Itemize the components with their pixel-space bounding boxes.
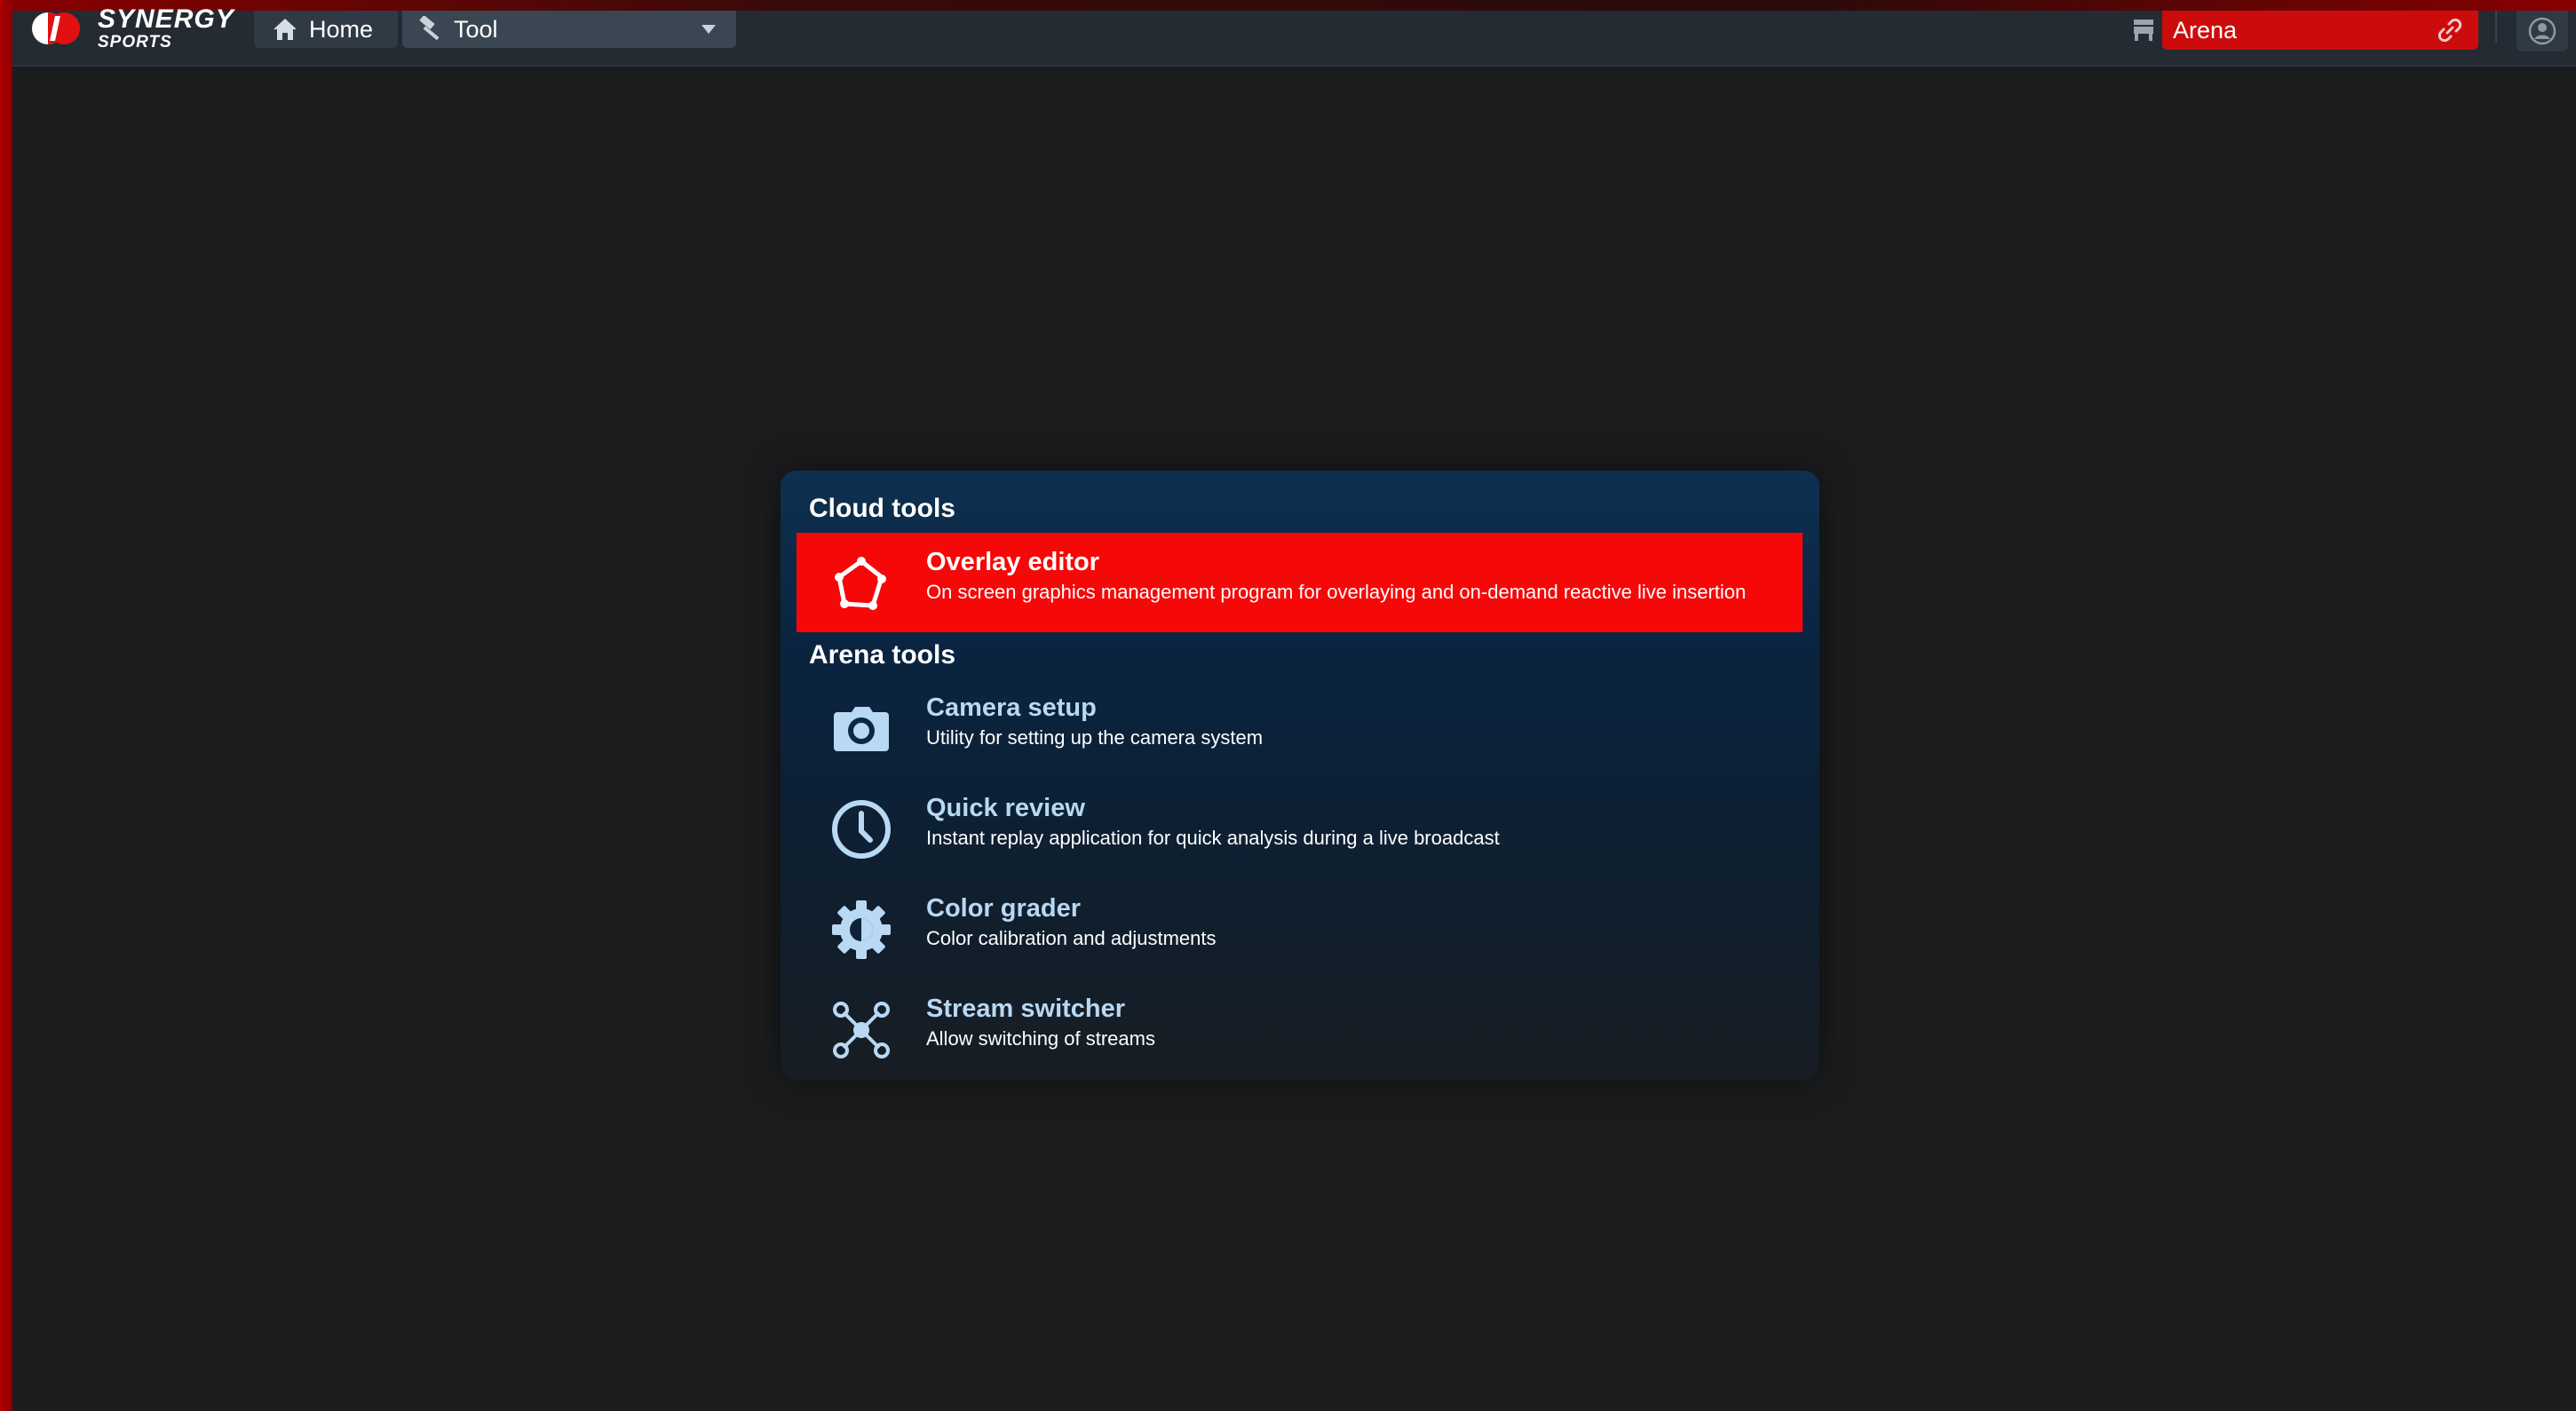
logo-line1: SYNERGY [98,4,234,34]
app-window: SYNERGY SPORTS Home Tool Arena Cloud too… [0,0,2576,1411]
menu-item-description: On screen graphics management program fo… [926,581,1747,603]
section-title-arena-tools: Arena tools [809,640,956,670]
menu-item-title: Quick review [926,794,1085,822]
menu-item-color-grader[interactable]: Color grader Color calibration and adjus… [797,879,1803,979]
window-left-edge [0,0,12,1411]
hammer-icon [419,16,440,41]
menu-item-stream-switcher[interactable]: Stream switcher Allow switching of strea… [797,979,1803,1079]
window-top-edge [0,0,2576,11]
section-title-cloud-tools: Cloud tools [809,494,955,523]
network-icon [830,999,892,1061]
tools-menu-panel: Cloud tools Overlay editor On screen gra… [781,471,1819,1080]
home-icon [273,19,297,40]
clock-icon [830,798,892,860]
home-label: Home [309,15,374,43]
top-navigation-bar: SYNERGY SPORTS Home Tool Arena [12,6,2576,67]
seat-icon[interactable] [2121,11,2166,48]
logo-text: SYNERGY SPORTS [98,4,234,52]
header-divider [2495,11,2497,43]
user-icon [2528,17,2556,45]
home-button[interactable]: Home [254,11,398,48]
arena-dropdown[interactable]: Arena [2162,11,2478,50]
menu-item-title: Overlay editor [926,548,1100,576]
menu-item-quick-review[interactable]: Quick review Instant replay application … [797,779,1803,878]
tool-dropdown[interactable]: Tool [402,11,736,48]
polygon-icon [830,552,892,614]
user-menu-button[interactable] [2517,11,2568,52]
menu-item-title: Color grader [926,894,1082,923]
menu-item-description: Instant replay application for quick ana… [926,827,1500,849]
arena-label: Arena [2173,16,2238,44]
link-icon[interactable] [2437,18,2462,43]
menu-item-camera-setup[interactable]: Camera setup Utility for setting up the … [797,678,1803,778]
tool-dropdown-label: Tool [454,15,498,43]
logo-line2: SPORTS [98,33,172,52]
synergy-logo-icon [32,12,80,44]
menu-item-description: Allow switching of streams [926,1027,1155,1050]
color-gear-icon [830,899,892,961]
menu-item-description: Color calibration and adjustments [926,927,1217,949]
menu-item-overlay-editor[interactable]: Overlay editor On screen graphics manage… [797,533,1803,632]
menu-item-title: Stream switcher [926,995,1126,1023]
chevron-down-icon [701,25,716,34]
menu-item-description: Utility for setting up the camera system [926,726,1264,749]
menu-item-title: Camera setup [926,694,1097,722]
camera-icon [830,698,892,760]
synergy-logo[interactable]: SYNERGY SPORTS [28,6,234,51]
